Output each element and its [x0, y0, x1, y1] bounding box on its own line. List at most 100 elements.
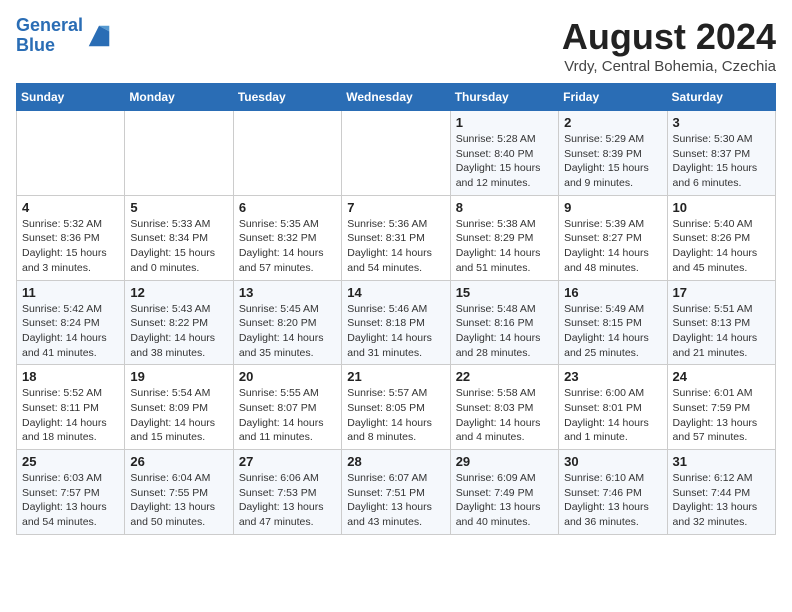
weekday-header-thursday: Thursday	[450, 84, 558, 111]
calendar-week-row: 1Sunrise: 5:28 AMSunset: 8:40 PMDaylight…	[17, 111, 776, 196]
day-info: Sunrise: 5:42 AMSunset: 8:24 PMDaylight:…	[22, 302, 119, 361]
calendar-body: 1Sunrise: 5:28 AMSunset: 8:40 PMDaylight…	[17, 111, 776, 535]
day-number: 12	[130, 285, 227, 300]
logo-line1: General	[16, 15, 83, 35]
day-number: 19	[130, 369, 227, 384]
day-number: 11	[22, 285, 119, 300]
day-info: Sunrise: 5:46 AMSunset: 8:18 PMDaylight:…	[347, 302, 444, 361]
weekday-header-wednesday: Wednesday	[342, 84, 450, 111]
weekday-header-tuesday: Tuesday	[233, 84, 341, 111]
day-info: Sunrise: 5:40 AMSunset: 8:26 PMDaylight:…	[673, 217, 770, 276]
calendar-cell: 14 Sunrise: 5:46 AMSunset: 8:18 PMDayligh…	[342, 280, 450, 365]
day-info: Sunrise: 5:52 AMSunset: 8:11 PMDaylight:…	[22, 386, 119, 445]
day-info: Sunrise: 5:35 AMSunset: 8:32 PMDaylight:…	[239, 217, 336, 276]
day-number: 15	[456, 285, 553, 300]
day-number: 2	[564, 115, 661, 130]
day-number: 30	[564, 454, 661, 469]
day-info: Sunrise: 5:54 AMSunset: 8:09 PMDaylight:…	[130, 386, 227, 445]
calendar-cell: 21 Sunrise: 5:57 AMSunset: 8:05 PMDayligh…	[342, 365, 450, 450]
calendar-cell: 2 Sunrise: 5:29 AMSunset: 8:39 PMDaylight…	[559, 111, 667, 196]
day-info: Sunrise: 6:03 AMSunset: 7:57 PMDaylight:…	[22, 471, 119, 530]
day-info: Sunrise: 5:38 AMSunset: 8:29 PMDaylight:…	[456, 217, 553, 276]
day-number: 10	[673, 200, 770, 215]
day-number: 13	[239, 285, 336, 300]
weekday-header-saturday: Saturday	[667, 84, 775, 111]
day-number: 20	[239, 369, 336, 384]
day-info: Sunrise: 5:36 AMSunset: 8:31 PMDaylight:…	[347, 217, 444, 276]
calendar-cell: 19 Sunrise: 5:54 AMSunset: 8:09 PMDayligh…	[125, 365, 233, 450]
day-info: Sunrise: 5:55 AMSunset: 8:07 PMDaylight:…	[239, 386, 336, 445]
calendar-cell: 27 Sunrise: 6:06 AMSunset: 7:53 PMDayligh…	[233, 450, 341, 535]
calendar-cell: 13 Sunrise: 5:45 AMSunset: 8:20 PMDayligh…	[233, 280, 341, 365]
day-number: 24	[673, 369, 770, 384]
weekday-header-row: SundayMondayTuesdayWednesdayThursdayFrid…	[17, 84, 776, 111]
day-info: Sunrise: 6:07 AMSunset: 7:51 PMDaylight:…	[347, 471, 444, 530]
day-info: Sunrise: 6:00 AMSunset: 8:01 PMDaylight:…	[564, 386, 661, 445]
day-info: Sunrise: 5:45 AMSunset: 8:20 PMDaylight:…	[239, 302, 336, 361]
day-number: 3	[673, 115, 770, 130]
day-number: 16	[564, 285, 661, 300]
calendar-cell: 5 Sunrise: 5:33 AMSunset: 8:34 PMDaylight…	[125, 195, 233, 280]
calendar-table: SundayMondayTuesdayWednesdayThursdayFrid…	[16, 83, 776, 535]
month-year-title: August 2024	[562, 16, 776, 58]
day-info: Sunrise: 6:10 AMSunset: 7:46 PMDaylight:…	[564, 471, 661, 530]
day-info: Sunrise: 5:57 AMSunset: 8:05 PMDaylight:…	[347, 386, 444, 445]
calendar-cell: 28 Sunrise: 6:07 AMSunset: 7:51 PMDayligh…	[342, 450, 450, 535]
calendar-cell: 29Sunrise: 6:09 AMSunset: 7:49 PMDayligh…	[450, 450, 558, 535]
calendar-cell: 18 Sunrise: 5:52 AMSunset: 8:11 PMDayligh…	[17, 365, 125, 450]
day-info: Sunrise: 5:58 AMSunset: 8:03 PMDaylight:…	[456, 386, 553, 445]
logo-icon	[85, 22, 113, 50]
day-info: Sunrise: 5:33 AMSunset: 8:34 PMDaylight:…	[130, 217, 227, 276]
calendar-cell: 11 Sunrise: 5:42 AMSunset: 8:24 PMDayligh…	[17, 280, 125, 365]
day-info: Sunrise: 5:51 AMSunset: 8:13 PMDaylight:…	[673, 302, 770, 361]
location-subtitle: Vrdy, Central Bohemia, Czechia	[562, 58, 776, 75]
calendar-cell: 10 Sunrise: 5:40 AMSunset: 8:26 PMDayligh…	[667, 195, 775, 280]
calendar-cell: 31Sunrise: 6:12 AMSunset: 7:44 PMDayligh…	[667, 450, 775, 535]
calendar-cell: 1Sunrise: 5:28 AMSunset: 8:40 PMDaylight…	[450, 111, 558, 196]
calendar-cell: 3 Sunrise: 5:30 AMSunset: 8:37 PMDaylight…	[667, 111, 775, 196]
calendar-cell: 26Sunrise: 6:04 AMSunset: 7:55 PMDayligh…	[125, 450, 233, 535]
calendar-cell: 7 Sunrise: 5:36 AMSunset: 8:31 PMDaylight…	[342, 195, 450, 280]
day-number: 17	[673, 285, 770, 300]
calendar-cell	[17, 111, 125, 196]
day-number: 7	[347, 200, 444, 215]
day-number: 9	[564, 200, 661, 215]
calendar-cell: 24Sunrise: 6:01 AMSunset: 7:59 PMDayligh…	[667, 365, 775, 450]
day-info: Sunrise: 5:43 AMSunset: 8:22 PMDaylight:…	[130, 302, 227, 361]
day-info: Sunrise: 5:29 AMSunset: 8:39 PMDaylight:…	[564, 132, 661, 191]
day-info: Sunrise: 5:30 AMSunset: 8:37 PMDaylight:…	[673, 132, 770, 191]
logo-text: General Blue	[16, 16, 83, 56]
calendar-cell: 23 Sunrise: 6:00 AMSunset: 8:01 PMDayligh…	[559, 365, 667, 450]
calendar-week-row: 25 Sunrise: 6:03 AMSunset: 7:57 PMDayligh…	[17, 450, 776, 535]
day-number: 31	[673, 454, 770, 469]
day-number: 23	[564, 369, 661, 384]
weekday-header-monday: Monday	[125, 84, 233, 111]
day-number: 18	[22, 369, 119, 384]
day-number: 27	[239, 454, 336, 469]
calendar-cell	[233, 111, 341, 196]
calendar-week-row: 4Sunrise: 5:32 AMSunset: 8:36 PMDaylight…	[17, 195, 776, 280]
calendar-cell: 17 Sunrise: 5:51 AMSunset: 8:13 PMDayligh…	[667, 280, 775, 365]
day-number: 25	[22, 454, 119, 469]
calendar-cell: 15 Sunrise: 5:48 AMSunset: 8:16 PMDayligh…	[450, 280, 558, 365]
day-number: 14	[347, 285, 444, 300]
day-info: Sunrise: 5:48 AMSunset: 8:16 PMDaylight:…	[456, 302, 553, 361]
calendar-cell: 30 Sunrise: 6:10 AMSunset: 7:46 PMDayligh…	[559, 450, 667, 535]
day-info: Sunrise: 5:39 AMSunset: 8:27 PMDaylight:…	[564, 217, 661, 276]
day-number: 29	[456, 454, 553, 469]
page-header: General Blue August 2024 Vrdy, Central B…	[16, 16, 776, 75]
day-number: 21	[347, 369, 444, 384]
calendar-cell: 16 Sunrise: 5:49 AMSunset: 8:15 PMDayligh…	[559, 280, 667, 365]
day-number: 8	[456, 200, 553, 215]
day-number: 5	[130, 200, 227, 215]
calendar-cell: 20 Sunrise: 5:55 AMSunset: 8:07 PMDayligh…	[233, 365, 341, 450]
day-number: 1	[456, 115, 553, 130]
calendar-cell: 12 Sunrise: 5:43 AMSunset: 8:22 PMDayligh…	[125, 280, 233, 365]
logo: General Blue	[16, 16, 113, 56]
calendar-week-row: 11 Sunrise: 5:42 AMSunset: 8:24 PMDayligh…	[17, 280, 776, 365]
day-info: Sunrise: 5:32 AMSunset: 8:36 PMDaylight:…	[22, 217, 119, 276]
calendar-week-row: 18 Sunrise: 5:52 AMSunset: 8:11 PMDayligh…	[17, 365, 776, 450]
day-number: 28	[347, 454, 444, 469]
day-info: Sunrise: 5:49 AMSunset: 8:15 PMDaylight:…	[564, 302, 661, 361]
day-info: Sunrise: 6:06 AMSunset: 7:53 PMDaylight:…	[239, 471, 336, 530]
